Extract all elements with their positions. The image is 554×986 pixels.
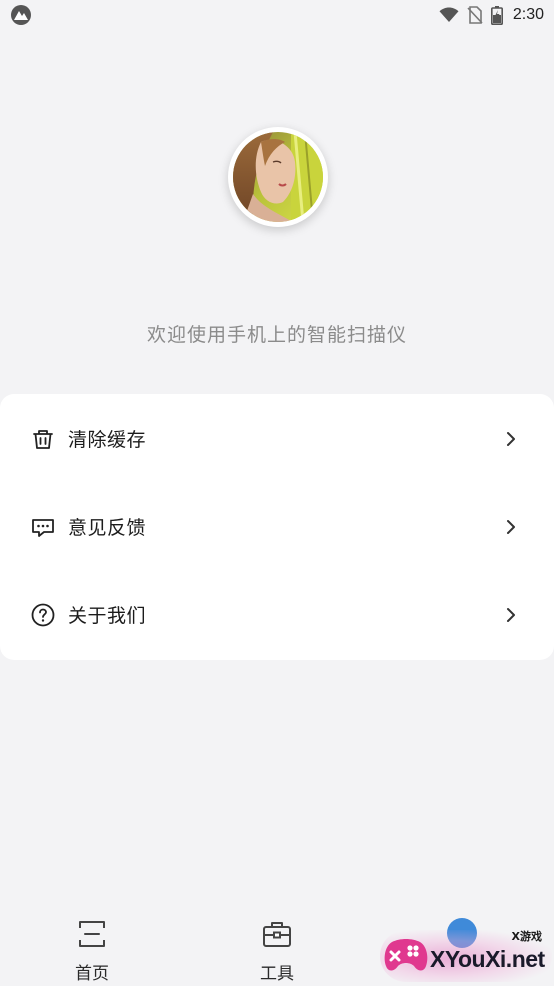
status-time: 2:30 [512,6,544,23]
chevron-right-icon [507,432,515,446]
watermark-small-text: X游戏 [511,930,542,943]
nav-tab-label: 工具 [260,964,294,984]
no-sim-icon [467,6,483,24]
chevron-right-icon [507,608,515,622]
trash-icon [33,430,53,449]
message-icon [32,519,54,537]
nav-tab-label: 首页 [75,964,109,984]
scan-frame-icon [79,921,105,947]
chevron-right-icon [507,520,515,534]
toolbox-icon [263,922,291,947]
menu-item-label: 意见反馈 [68,517,147,539]
gamepad-logo-icon [384,939,428,971]
wifi-icon [439,7,459,22]
watermark-text: XYouXi.net [430,946,545,972]
menu-item-clear-cache[interactable]: 清除缓存 [0,394,554,482]
nav-tab-home[interactable]: 首页 [52,918,132,984]
help-circle-icon [31,603,55,627]
menu-item-label: 清除缓存 [68,429,147,451]
menu-item-label: 关于我们 [68,605,147,627]
notification-app-icon [11,5,31,25]
status-bar: 2:30 [0,0,554,30]
status-icons: 2:30 [439,4,544,26]
menu-item-about-us[interactable]: 关于我们 [0,570,554,658]
menu-item-feedback[interactable]: 意见反馈 [0,482,554,570]
battery-icon [490,5,503,25]
avatar-image [233,132,323,222]
settings-menu-card: 清除缓存 意见反馈 关于我们 [0,394,554,660]
avatar[interactable] [228,127,328,227]
nav-tab-tools[interactable]: 工具 [237,918,317,984]
watermark: X游戏 XYouXi.net [380,926,552,984]
welcome-text: 欢迎使用手机上的智能扫描仪 [146,324,407,346]
